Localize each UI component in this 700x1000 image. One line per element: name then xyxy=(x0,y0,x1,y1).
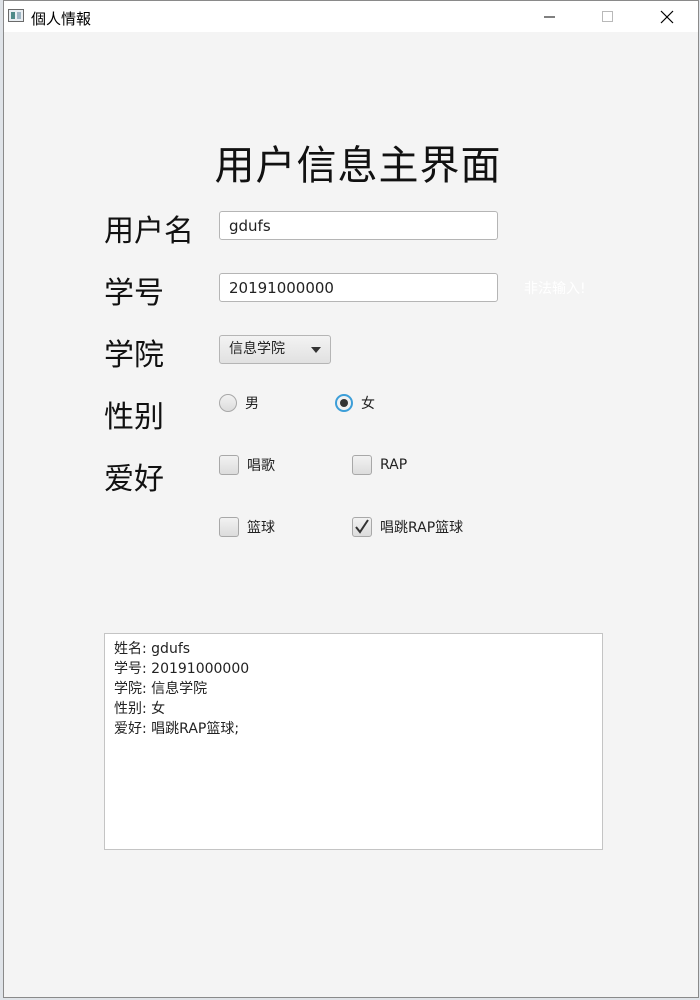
hobby-label: 爱好 xyxy=(104,462,164,497)
close-button[interactable] xyxy=(644,1,690,32)
checkbox-box xyxy=(219,517,239,537)
checkbox-label: RAP xyxy=(380,457,408,473)
gender-label: 性别 xyxy=(104,400,164,435)
hobby-checkbox-basketball[interactable]: 篮球 xyxy=(219,517,275,537)
checkbox-box-checked xyxy=(352,517,372,537)
checkbox-label: 唱跳RAP篮球 xyxy=(380,520,464,536)
result-line: 性别: 女 xyxy=(114,701,166,717)
checkbox-label: 篮球 xyxy=(247,520,275,536)
gender-radio-female[interactable]: 女 xyxy=(335,393,375,413)
gender-radio-male[interactable]: 男 xyxy=(219,393,259,413)
student-id-label: 学号 xyxy=(104,276,164,311)
app-window: 個人情報 用户信息主界面 用户名 学号 非法输入! 学院 信息学院 性别 男 女… xyxy=(3,0,699,998)
hobby-checkbox-rap[interactable]: RAP xyxy=(352,455,407,475)
result-line: 姓名: gdufs xyxy=(114,641,191,657)
student-id-input[interactable] xyxy=(219,273,498,302)
dropdown-arrow-icon xyxy=(311,347,321,353)
hobby-checkbox-singing[interactable]: 唱歌 xyxy=(219,455,275,475)
result-line: 爱好: 唱跳RAP篮球; xyxy=(114,721,240,737)
checkbox-box xyxy=(219,455,239,475)
checkmark-icon xyxy=(355,519,369,534)
college-selected: 信息学院 xyxy=(229,341,285,357)
maximize-icon xyxy=(602,10,613,22)
radio-circle-selected xyxy=(335,394,353,412)
title-bar[interactable]: 個人情報 xyxy=(4,1,698,32)
minimize-icon xyxy=(544,16,555,17)
radio-circle xyxy=(219,394,237,412)
username-label: 用户名 xyxy=(104,214,194,249)
username-input[interactable] xyxy=(219,211,498,240)
app-icon xyxy=(8,9,24,22)
minimize-button[interactable] xyxy=(527,1,573,32)
checkbox-label: 唱歌 xyxy=(247,458,275,474)
checkbox-box xyxy=(352,455,372,475)
result-line: 学号: 20191000000 xyxy=(114,661,250,677)
result-line: 学院: 信息学院 xyxy=(114,681,208,697)
close-icon xyxy=(660,10,674,23)
radio-label: 女 xyxy=(361,396,375,412)
result-textarea[interactable]: 姓名: gdufs 学号: 20191000000 学院: 信息学院 性别: 女… xyxy=(104,633,603,850)
college-combobox[interactable]: 信息学院 xyxy=(219,335,331,364)
radio-label: 男 xyxy=(245,396,259,412)
page-title: 用户信息主界面 xyxy=(214,143,502,189)
window-title: 個人情報 xyxy=(31,10,92,28)
maximize-button[interactable] xyxy=(585,1,631,32)
hobby-checkbox-all[interactable]: 唱跳RAP篮球 xyxy=(352,517,463,537)
college-label: 学院 xyxy=(104,338,164,373)
student-id-error: 非法输入! xyxy=(524,281,586,297)
